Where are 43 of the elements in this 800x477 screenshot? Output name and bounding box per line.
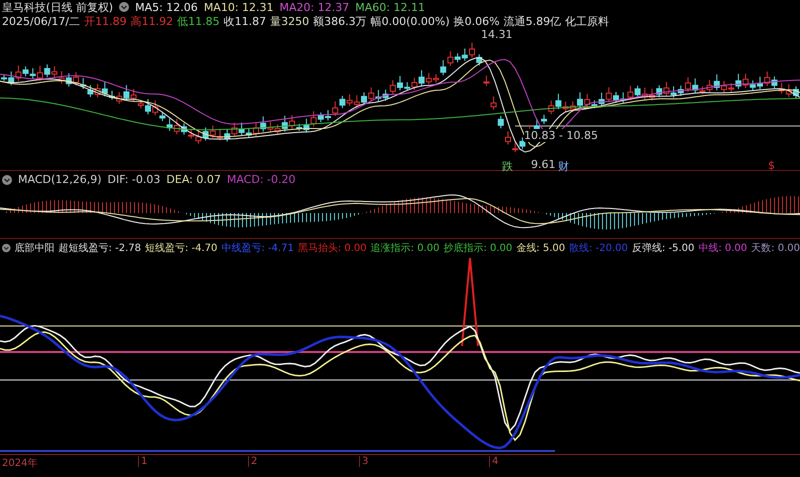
indicator-value: 短线盈亏: -4.70 <box>144 242 218 254</box>
event-marker[interactable]: $ <box>768 159 775 172</box>
quote-value: 化工原料 <box>565 14 610 28</box>
macd-value: DIF: -0.03 <box>108 173 160 186</box>
indicator-value: 天数: 0.00 <box>751 242 800 254</box>
ma-value: MA5: 12.06 <box>135 0 198 14</box>
quote-value: 换0.06% <box>454 14 500 28</box>
quote-value: 2025/06/17/二 <box>2 14 80 28</box>
indicator-value: 散线: -20.00 <box>569 242 628 254</box>
time-axis-label: 2 <box>248 456 258 467</box>
macd-value: MACD: -0.20 <box>226 173 296 186</box>
macd-value: MACD(12,26,9) <box>18 173 102 186</box>
quote-value: 开11.89 <box>84 14 127 28</box>
time-axis-label: 1 <box>138 456 148 467</box>
quote-value: 收11.87 <box>224 14 266 28</box>
low-price-label: 9.61 <box>531 158 556 171</box>
quote-value: 流通5.89亿 <box>504 14 562 28</box>
ma-value: MA60: 12.11 <box>355 0 425 14</box>
time-axis-label: 3 <box>359 456 368 467</box>
quote-value: 幅0.00(0.00%) <box>370 14 450 28</box>
indicator-value: 抄底指示: 0.00 <box>443 242 512 254</box>
time-axis-label: 4 <box>489 456 498 467</box>
event-marker[interactable]: 跌 <box>502 159 513 174</box>
quote-value: 额386.3万 <box>313 14 367 28</box>
indicator-value: 底部中阳 <box>14 242 55 254</box>
stock-title: 皇马科技(日线 前复权) <box>2 0 114 14</box>
high-price-label: 14.31 <box>481 28 512 41</box>
time-axis-label: 2024年 <box>1 457 38 470</box>
event-marker[interactable]: 财 <box>558 159 569 174</box>
ma-value: MA10: 12.31 <box>204 0 274 14</box>
price-range-label: 10.83 - 10.85 <box>524 129 598 142</box>
indicator-value: 反弹线: -5.00 <box>632 242 694 254</box>
indicator-value: 超短线盈亏: -2.78 <box>58 242 141 254</box>
indicator-value: 中线盈亏: -4.71 <box>221 242 294 254</box>
quote-value: 低11.85 <box>177 14 220 28</box>
quote-value: 量3250 <box>270 14 310 28</box>
quote-value: 高11.92 <box>130 14 174 28</box>
indicator-value: 金线: 5.00 <box>516 242 566 254</box>
macd-value: DEA: 0.07 <box>166 173 221 186</box>
indicator-value: 中线: 0.00 <box>698 242 748 254</box>
indicator-value: 追涨指示: 0.00 <box>370 242 440 254</box>
indicator-value: 黑马抬头: 0.00 <box>298 242 367 254</box>
ma-value: MA20: 12.37 <box>280 0 350 14</box>
